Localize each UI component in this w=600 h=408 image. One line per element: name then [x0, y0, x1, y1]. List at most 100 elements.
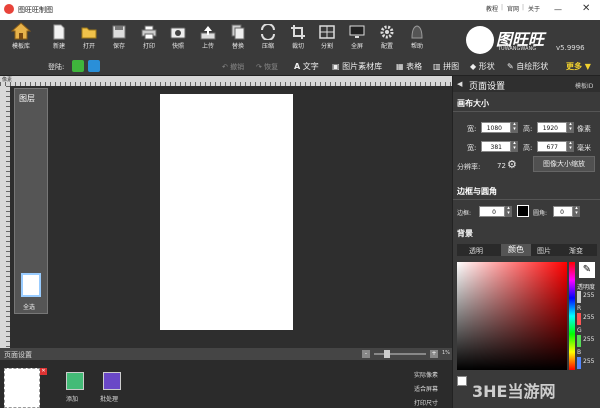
r-label: R — [577, 305, 582, 312]
config-button[interactable]: 配置 — [376, 22, 398, 56]
px-width-label: 宽: — [467, 125, 477, 133]
camera-icon — [170, 24, 186, 40]
print-button[interactable]: 打印 — [138, 22, 160, 56]
px-height-label: 高: — [523, 125, 533, 133]
eyedropper-icon[interactable]: ✎ — [579, 262, 595, 278]
resolution-value: 72 — [497, 162, 506, 170]
page-thumbnail[interactable] — [4, 368, 40, 408]
document-page[interactable] — [160, 94, 293, 330]
batch-process-button[interactable]: 批处理 — [100, 372, 124, 403]
add-page-button[interactable]: 添加 — [64, 372, 86, 403]
properties-panel: ◀ 页面设置 模板ID 画布大小 宽: 1080 ▴ ▾ 高: 1920 ▴ ▾ 像… — [452, 76, 600, 408]
add-page-icon — [66, 372, 84, 390]
close-button[interactable]: ✕ — [582, 3, 590, 14]
px-unit-label: 像素 — [577, 125, 591, 133]
redo-button[interactable]: ↷ 恢复 — [256, 62, 278, 72]
b-slider[interactable] — [577, 357, 581, 369]
opacity-value[interactable]: 255 — [583, 292, 594, 299]
panel-collapse-icon[interactable]: ◀ — [457, 80, 462, 88]
print-size-button[interactable]: 打印尺寸 — [414, 398, 438, 407]
link-about[interactable]: 关于 — [528, 4, 540, 13]
px-width-input[interactable]: 1080 — [481, 122, 511, 133]
open-button[interactable]: 打开 — [78, 22, 100, 56]
tab-color[interactable]: 颜色 — [501, 244, 531, 256]
layer-thumbnail[interactable] — [21, 273, 41, 297]
tab-image[interactable]: 图片 — [537, 246, 551, 256]
undo-button[interactable]: ↶ 撤销 — [222, 62, 244, 72]
resize-image-button[interactable]: 图像大小缩放 — [533, 156, 595, 172]
replace-button[interactable]: 替换 — [227, 22, 249, 56]
corner-label: 圆角: — [533, 210, 548, 217]
zoom-slider-handle[interactable] — [384, 350, 390, 358]
image-library-button[interactable]: ▣ 图片素材库 — [332, 61, 382, 72]
text-tool-button[interactable]: A 文字 — [294, 61, 319, 72]
table-icon: ▦ — [396, 62, 404, 71]
page-close-icon[interactable]: ✕ — [40, 368, 47, 375]
template-id-label: 模板ID — [575, 83, 594, 90]
px-height-stepper[interactable]: ▴ ▾ — [567, 122, 574, 133]
zoom-slider[interactable] — [374, 353, 426, 355]
tab-gradient[interactable]: 渐变 — [569, 246, 583, 256]
minimize-button[interactable]: — — [554, 5, 562, 14]
color-picker-field[interactable] — [457, 262, 567, 370]
opacity-slider[interactable] — [577, 291, 581, 303]
mm-unit-label: 毫米 — [577, 144, 591, 152]
snapshot-button[interactable]: 快照 — [167, 22, 189, 56]
mm-width-stepper[interactable]: ▴ ▾ — [511, 141, 518, 152]
qq-login-icon[interactable] — [88, 60, 100, 72]
canvas-area[interactable]: 图层 全选 — [10, 86, 452, 348]
wechat-login-icon[interactable] — [72, 60, 84, 72]
canvas-size-title: 画布大小 — [457, 99, 489, 108]
fit-screen-button[interactable]: 适合屏幕 — [414, 384, 438, 393]
help-button[interactable]: 帮助 — [406, 22, 428, 56]
mm-width-input[interactable]: 381 — [481, 141, 511, 152]
shape-tool-button[interactable]: ◆ 形状 — [470, 61, 495, 72]
compress-icon — [260, 23, 276, 41]
more-button[interactable]: 更多 ▼ — [566, 61, 591, 72]
split-button[interactable]: 分割 — [316, 22, 338, 56]
save-button[interactable]: 保存 — [108, 22, 130, 56]
page-settings-label: 页面设置 — [4, 351, 32, 359]
window-title: 图旺旺制图 — [18, 6, 53, 14]
upload-button[interactable]: 上传 — [197, 22, 219, 56]
link-website[interactable]: 官网 — [507, 4, 519, 13]
compress-button[interactable]: 压缩 — [257, 22, 279, 56]
hue-slider[interactable] — [569, 262, 575, 370]
title-bar: 图旺旺制图 教程 | 官网 | 关于 — ✕ — [0, 0, 600, 20]
mm-height-input[interactable]: 677 — [537, 141, 567, 152]
link-tutorial[interactable]: 教程 — [486, 4, 498, 13]
px-height-input[interactable]: 1920 — [537, 122, 567, 133]
current-color-swatch — [457, 376, 467, 386]
crop-button[interactable]: 裁切 — [287, 22, 309, 56]
collage-tool-button[interactable]: ▥ 拼图 — [433, 61, 459, 72]
zoom-out-button[interactable]: - — [362, 350, 370, 358]
zoom-in-button[interactable]: + — [430, 350, 438, 358]
template-library-button[interactable]: 模板库 — [6, 22, 36, 56]
image-icon: ▣ — [332, 62, 340, 71]
r-value[interactable]: 255 — [583, 314, 594, 321]
select-all-button[interactable]: 全选 — [23, 302, 35, 311]
draw-shape-tool-button[interactable]: ✎ 自绘形状 — [507, 61, 548, 72]
border-input[interactable]: 0 — [479, 206, 505, 217]
g-value[interactable]: 255 — [583, 336, 594, 343]
border-color-swatch[interactable] — [517, 205, 529, 217]
r-slider[interactable] — [577, 313, 581, 325]
corner-stepper[interactable]: ▴ ▾ — [573, 206, 580, 217]
table-tool-button[interactable]: ▦ 表格 — [396, 61, 422, 72]
g-slider[interactable] — [577, 335, 581, 347]
tab-transparent[interactable]: 透明 — [469, 246, 483, 256]
text-tool-icon: A — [294, 62, 301, 71]
corner-input[interactable]: 0 — [553, 206, 573, 217]
actual-pixels-button[interactable]: 实际像素 — [414, 370, 438, 379]
new-button[interactable]: 新建 — [48, 22, 70, 56]
batch-process-icon — [103, 372, 121, 390]
fullscreen-button[interactable]: 全屏 — [346, 22, 368, 56]
border-stepper[interactable]: ▴ ▾ — [505, 206, 512, 217]
app-logo-icon — [4, 4, 14, 14]
px-width-stepper[interactable]: ▴ ▾ — [511, 122, 518, 133]
mm-height-stepper[interactable]: ▴ ▾ — [567, 141, 574, 152]
secondary-toolbar: 登陆: ↶ 撤销 ↷ 恢复 A 文字 ▣ 图片素材库 ▦ 表格 ▥ 拼图 ◆ 形… — [0, 58, 600, 76]
pen-icon: ✎ — [507, 62, 514, 71]
resolution-gear-icon[interactable]: ⚙ — [507, 158, 517, 171]
b-value[interactable]: 255 — [583, 358, 594, 365]
